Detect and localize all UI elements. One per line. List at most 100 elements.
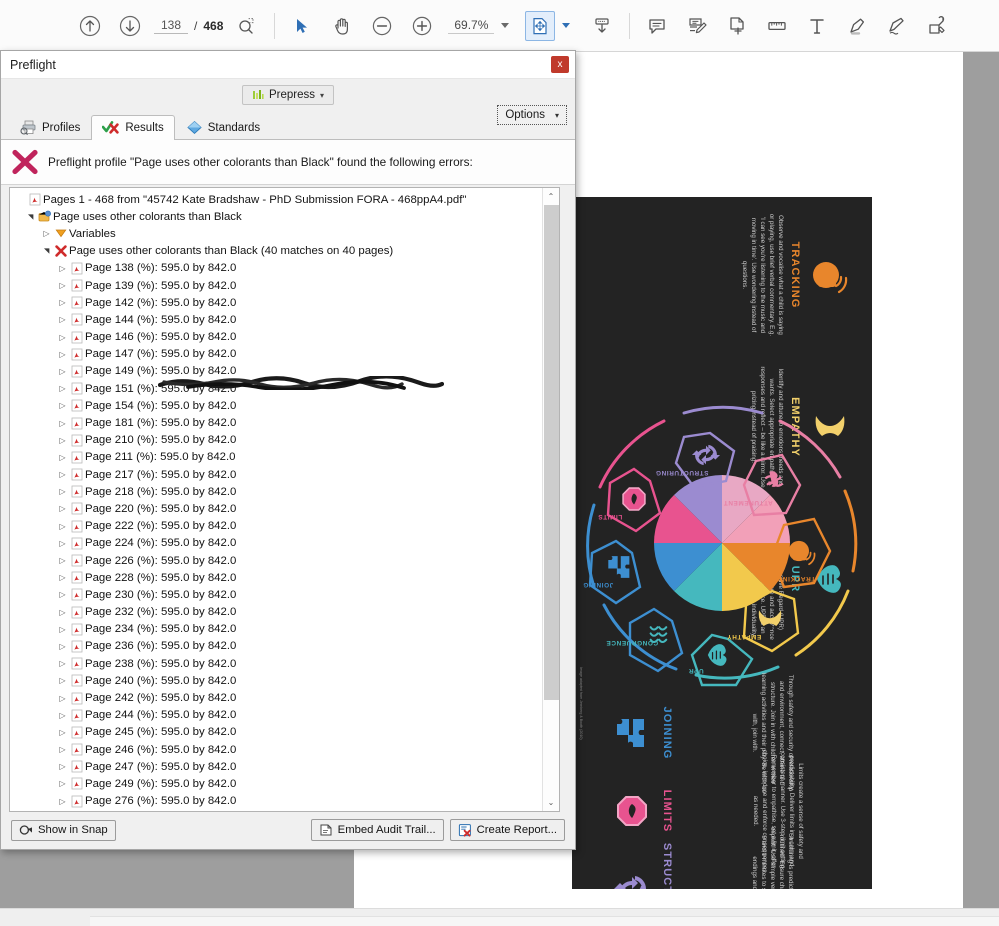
tree-row-page[interactable]: ▷ Page 151 (%): 595.0 by 842.0 bbox=[10, 380, 545, 397]
expand-arrow-icon[interactable]: ▷ bbox=[56, 762, 69, 771]
tree-row-page[interactable]: ▷ Page 234 (%): 595.0 by 842.0 bbox=[10, 621, 545, 638]
tree-row-page[interactable]: ▷ Page 154 (%): 595.0 by 842.0 bbox=[10, 397, 545, 414]
add-text-icon[interactable] bbox=[797, 6, 837, 46]
expand-arrow-icon[interactable]: ▷ bbox=[56, 745, 69, 754]
expand-arrow-icon[interactable]: ▷ bbox=[56, 350, 69, 359]
expand-arrow-icon[interactable]: ▷ bbox=[56, 797, 69, 806]
previous-page-icon[interactable] bbox=[70, 6, 110, 46]
expand-arrow-icon[interactable]: ▷ bbox=[56, 401, 69, 410]
expand-arrow-icon[interactable]: ▷ bbox=[56, 487, 69, 496]
select-tool-icon[interactable] bbox=[282, 6, 322, 46]
tree-row-page[interactable]: ▷ Page 138 (%): 595.0 by 842.0 bbox=[10, 260, 545, 277]
expand-arrow-icon[interactable]: ▷ bbox=[56, 522, 69, 531]
close-icon[interactable]: x bbox=[551, 56, 569, 73]
page-fit-dropdown-icon[interactable] bbox=[562, 23, 571, 28]
measure-icon[interactable] bbox=[757, 6, 797, 46]
tree-row-page[interactable]: ▷ Page 242 (%): 595.0 by 842.0 bbox=[10, 689, 545, 706]
tree-row-page[interactable]: ▷ Page 142 (%): 595.0 by 842.0 bbox=[10, 294, 545, 311]
collapse-arrow-icon[interactable]: ◢ bbox=[27, 210, 35, 223]
expand-arrow-icon[interactable]: ▷ bbox=[56, 470, 69, 479]
next-page-icon[interactable] bbox=[110, 6, 150, 46]
draw-icon[interactable] bbox=[877, 6, 917, 46]
tree-row-page[interactable]: ▷ Page 238 (%): 595.0 by 842.0 bbox=[10, 655, 545, 672]
expand-arrow-icon[interactable]: ▷ bbox=[56, 608, 69, 617]
expand-arrow-icon[interactable]: ▷ bbox=[56, 298, 69, 307]
tree-row-page[interactable]: ▷ Page 222 (%): 595.0 by 842.0 bbox=[10, 518, 545, 535]
tree-row-page[interactable]: ▷ Page 224 (%): 595.0 by 842.0 bbox=[10, 535, 545, 552]
tree-row-page[interactable]: ▷ Page 230 (%): 595.0 by 842.0 bbox=[10, 586, 545, 603]
hand-tool-icon[interactable] bbox=[322, 6, 362, 46]
tree-row-page[interactable]: ▷ Page 181 (%): 595.0 by 842.0 bbox=[10, 414, 545, 431]
show-in-snap-button[interactable]: Show in Snap bbox=[11, 819, 116, 841]
expand-arrow-icon[interactable]: ▷ bbox=[56, 694, 69, 703]
expand-arrow-icon[interactable]: ▷ bbox=[56, 573, 69, 582]
find-icon[interactable] bbox=[227, 6, 267, 46]
expand-arrow-icon[interactable]: ▷ bbox=[56, 728, 69, 737]
tree-row-page[interactable]: ▷ Page 226 (%): 595.0 by 842.0 bbox=[10, 552, 545, 569]
tree-row-page[interactable]: ▷ Page 244 (%): 595.0 by 842.0 bbox=[10, 707, 545, 724]
tree-row-document[interactable]: Pages 1 - 468 from "45742 Kate Bradshaw … bbox=[10, 191, 545, 208]
expand-arrow-icon[interactable]: ▷ bbox=[56, 539, 69, 548]
results-tree-listbox[interactable]: Pages 1 - 468 from "45742 Kate Bradshaw … bbox=[9, 187, 560, 812]
expand-arrow-icon[interactable]: ▷ bbox=[56, 779, 69, 788]
tree-row-page[interactable]: ▷ Page 247 (%): 595.0 by 842.0 bbox=[10, 758, 545, 775]
download-icon[interactable] bbox=[582, 6, 622, 46]
expand-arrow-icon[interactable]: ▷ bbox=[56, 419, 69, 428]
tree-row-page[interactable]: ▷ Page 232 (%): 595.0 by 842.0 bbox=[10, 604, 545, 621]
create-report-button[interactable]: Create Report... bbox=[449, 819, 565, 841]
tree-row-page[interactable]: ▷ Page 211 (%): 595.0 by 842.0 bbox=[10, 449, 545, 466]
page-fit-icon[interactable] bbox=[525, 10, 556, 41]
expand-arrow-icon[interactable]: ▷ bbox=[56, 264, 69, 273]
tree-row-match-group[interactable]: ◢ Page uses other colorants than Black (4… bbox=[10, 243, 545, 260]
tree-row-page[interactable]: ▷ Page 220 (%): 595.0 by 842.0 bbox=[10, 500, 545, 517]
zoom-dropdown-icon[interactable] bbox=[501, 23, 510, 28]
expand-arrow-icon[interactable]: ▷ bbox=[56, 333, 69, 342]
expand-arrow-icon[interactable]: ▷ bbox=[56, 590, 69, 599]
tree-row-page[interactable]: ▷ Page 218 (%): 595.0 by 842.0 bbox=[10, 483, 545, 500]
tree-row-page[interactable]: ▷ Page 217 (%): 595.0 by 842.0 bbox=[10, 466, 545, 483]
collapse-arrow-icon[interactable]: ◢ bbox=[43, 245, 51, 258]
tree-row-variables[interactable]: ▷ Variables bbox=[10, 225, 545, 242]
zoom-level-value[interactable]: 69.7% bbox=[448, 18, 495, 34]
dialog-titlebar[interactable]: Preflight x bbox=[1, 51, 575, 79]
edit-icon[interactable] bbox=[677, 6, 717, 46]
scroll-down-icon[interactable]: ⌄ bbox=[543, 794, 560, 811]
expand-arrow-icon[interactable]: ▷ bbox=[56, 642, 69, 651]
expand-arrow-icon[interactable]: ▷ bbox=[56, 436, 69, 445]
scrollbar-thumb[interactable] bbox=[543, 205, 559, 700]
tab-standards[interactable]: Standards bbox=[175, 115, 271, 140]
page-navigation[interactable]: 138 / 468 bbox=[154, 18, 223, 34]
scrollbar-track[interactable] bbox=[542, 205, 559, 794]
expand-arrow-icon[interactable]: ▷ bbox=[56, 556, 69, 565]
expand-arrow-icon[interactable]: ▷ bbox=[56, 281, 69, 290]
zoom-out-icon[interactable] bbox=[362, 6, 402, 46]
options-dropdown[interactable]: Options ▾ bbox=[497, 105, 567, 125]
tree-row-page[interactable]: ▷ Page 139 (%): 595.0 by 842.0 bbox=[10, 277, 545, 294]
tree-row-page[interactable]: ▷ Page 210 (%): 595.0 by 842.0 bbox=[10, 432, 545, 449]
tree-row-page[interactable]: ▷ Page 144 (%): 595.0 by 842.0 bbox=[10, 311, 545, 328]
expand-arrow-icon[interactable]: ▷ bbox=[56, 453, 69, 462]
scroll-up-icon[interactable]: ⌃ bbox=[543, 188, 560, 205]
tab-profiles[interactable]: Profiles bbox=[9, 115, 91, 140]
tree-row-profile-group[interactable]: ◢ Page uses other colorants than Black bbox=[10, 208, 545, 225]
tree-row-page[interactable]: ▷ Page 240 (%): 595.0 by 842.0 bbox=[10, 672, 545, 689]
comment-icon[interactable] bbox=[637, 6, 677, 46]
expand-arrow-icon[interactable]: ▷ bbox=[56, 367, 69, 376]
tree-row-page[interactable]: ▷ Page 246 (%): 595.0 by 842.0 bbox=[10, 741, 545, 758]
highlight-icon[interactable] bbox=[837, 6, 877, 46]
expand-arrow-icon[interactable]: ▷ bbox=[56, 625, 69, 634]
tree-row-page[interactable]: ▷ Page 276 (%): 595.0 by 842.0 bbox=[10, 793, 545, 810]
expand-arrow-icon[interactable]: ▷ bbox=[56, 315, 69, 324]
tree-row-page[interactable]: ▷ Page 249 (%): 595.0 by 842.0 bbox=[10, 775, 545, 792]
tree-row-page[interactable]: ▷ Page 149 (%): 595.0 by 842.0 bbox=[10, 363, 545, 380]
tree-row-page[interactable]: ▷ Page 228 (%): 595.0 by 842.0 bbox=[10, 569, 545, 586]
crop-icon[interactable] bbox=[717, 6, 757, 46]
expand-arrow-icon[interactable]: ▷ bbox=[56, 504, 69, 513]
tree-row-page[interactable]: ▷ Page 236 (%): 595.0 by 842.0 bbox=[10, 638, 545, 655]
tree-row-page[interactable]: ▷ Page 146 (%): 595.0 by 842.0 bbox=[10, 329, 545, 346]
tab-results[interactable]: Results bbox=[91, 115, 175, 140]
stamp-icon[interactable] bbox=[917, 6, 957, 46]
tree-row-page[interactable]: ▷ Page 147 (%): 595.0 by 842.0 bbox=[10, 346, 545, 363]
expand-arrow-icon[interactable]: ▷ bbox=[40, 229, 53, 238]
expand-arrow-icon[interactable]: ▷ bbox=[56, 659, 69, 668]
